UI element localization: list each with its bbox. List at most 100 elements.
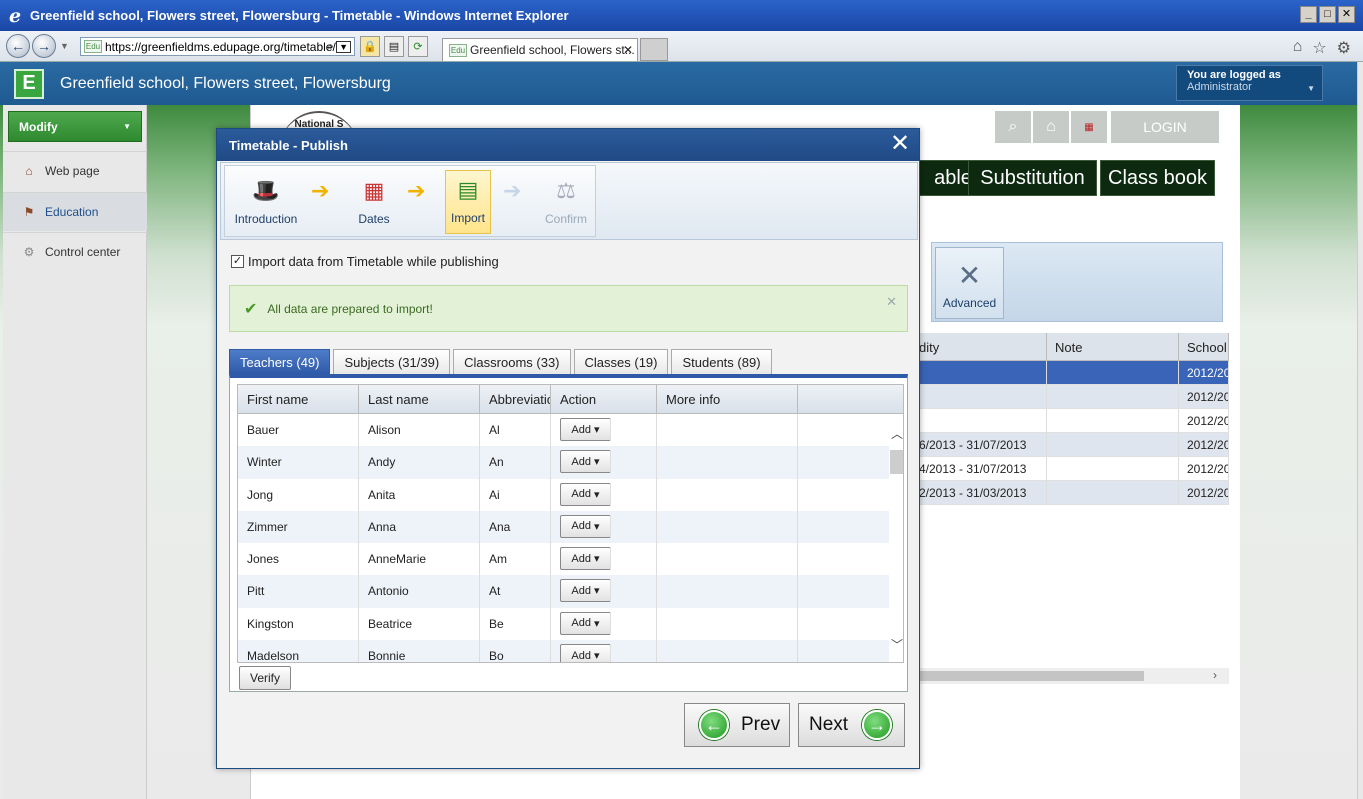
import-checkbox-row[interactable]: ✓ Import data from Timetable while publi…	[231, 254, 499, 269]
address-bar[interactable]: Edu https://greenfieldms.edupage.org/tim…	[80, 37, 355, 56]
prev-button[interactable]: ← Prev	[684, 703, 790, 747]
chevron-down-icon: ▼	[1307, 84, 1315, 93]
table-row: Jones AnneMarie Am Add ▾	[238, 543, 903, 576]
compatibility-icon[interactable]: ▤	[384, 36, 404, 57]
table-row: Pitt Antonio At Add ▾	[238, 575, 903, 608]
add-dropdown-button[interactable]: Add ▾	[560, 579, 611, 603]
chevron-down-icon[interactable]: ﹀	[891, 636, 903, 653]
arrow-right-icon: ➔	[503, 178, 522, 203]
horizontal-scrollbar[interactable]: ›	[911, 668, 1229, 684]
flag-icon: ⚑	[23, 205, 35, 219]
scrollbar-thumb[interactable]	[890, 450, 903, 474]
history-dropdown-icon[interactable]: ▼	[60, 41, 69, 51]
tab-title: Greenfield school, Flowers st...	[470, 43, 635, 57]
chevron-up-icon[interactable]: ︿	[891, 425, 903, 442]
step-dates[interactable]: ▦ Dates	[347, 170, 401, 234]
step-introduction[interactable]: 🎩 Introduction	[229, 170, 303, 234]
sidebar-item-education[interactable]: ⚑ Education	[3, 192, 147, 231]
close-window-button[interactable]: ✕	[1338, 6, 1355, 23]
col-first-name[interactable]: First name	[238, 385, 359, 413]
search-icon[interactable]: ⌕	[995, 111, 1031, 143]
tab-students[interactable]: Students (89)	[671, 349, 772, 374]
add-dropdown-button[interactable]: Add ▾	[560, 611, 611, 635]
tab-teachers[interactable]: Teachers (49)	[229, 349, 331, 374]
step-import[interactable]: ▤ Import	[445, 170, 491, 234]
nav-class-book[interactable]: Class book	[1100, 160, 1215, 196]
table-row[interactable]: 6/2013 - 31/07/2013 2012/20	[911, 433, 1229, 457]
close-icon[interactable]: ✕	[887, 132, 913, 158]
arrow-left-icon: ←	[699, 710, 729, 740]
login-button[interactable]: LOGIN	[1111, 111, 1219, 143]
col-school[interactable]: School	[1179, 333, 1229, 360]
step-label: Dates	[358, 212, 390, 226]
edupage-logo[interactable]: E	[14, 68, 44, 99]
ie-logo-icon: e	[8, 4, 22, 27]
nav-substitution[interactable]: Substitution	[968, 160, 1097, 196]
import-checkbox-label: Import data from Timetable while publish…	[248, 254, 499, 269]
table-row: Madelson Bonnie Bo Add ▾	[238, 640, 903, 662]
new-tab-button[interactable]	[640, 38, 668, 61]
verify-button[interactable]: Verify	[239, 666, 291, 690]
step-label: Import	[450, 211, 485, 225]
tab-classrooms[interactable]: Classrooms (33)	[453, 349, 571, 374]
add-dropdown-button[interactable]: Add ▾	[560, 450, 611, 474]
next-button[interactable]: Next →	[798, 703, 905, 747]
tools-icon: ✕	[957, 260, 982, 291]
tab-close-icon[interactable]: ✕	[623, 43, 633, 57]
col-abbreviation[interactable]: Abbreviation	[480, 385, 551, 413]
forward-button[interactable]: →	[32, 34, 56, 58]
close-icon[interactable]: ✕	[886, 294, 897, 310]
col-note[interactable]: Note	[1047, 333, 1179, 360]
sidebar-item-web-page[interactable]: ⌂ Web page	[3, 151, 147, 190]
scrollbar-thumb[interactable]	[911, 671, 1144, 681]
add-dropdown-button[interactable]: Add ▾	[560, 482, 611, 506]
sidebar-item-label: Control center	[45, 245, 121, 259]
address-dropdown-icon[interactable]: ▼	[336, 40, 351, 53]
tab-subjects[interactable]: Subjects (31/39)	[333, 349, 451, 374]
add-dropdown-button[interactable]: Add ▾	[560, 418, 611, 441]
modify-button[interactable]: Modify ▼	[8, 111, 142, 142]
back-button[interactable]: ←	[6, 34, 30, 58]
add-dropdown-button[interactable]: Add ▾	[560, 514, 611, 538]
sidebar-item-control-center[interactable]: ⚙ Control center	[3, 232, 147, 271]
publish-dialog: Timetable - Publish ✕ 🎩 Introduction ➔ ▦…	[216, 128, 920, 769]
url-text: https://greenfieldms.edupage.org/timetab…	[105, 39, 336, 54]
flag-uk-icon[interactable]: ▦	[1071, 111, 1107, 143]
sidebar-item-label: Web page	[45, 164, 100, 178]
success-alert: ✔ All data are prepared to import! ✕	[229, 285, 908, 332]
import-checkbox[interactable]: ✓	[231, 255, 244, 268]
table-row[interactable]: 2012/20	[911, 361, 1229, 385]
tab-classes[interactable]: Classes (19)	[573, 349, 669, 374]
logged-as-label: You are logged as	[1187, 69, 1281, 81]
advanced-button[interactable]: ✕ Advanced	[935, 247, 1004, 319]
lock-icon[interactable]: 🔒	[360, 36, 380, 57]
tools-gear-icon[interactable]: ⚙	[1337, 38, 1351, 58]
browser-tab[interactable]: Edu Greenfield school, Flowers st... ✕	[442, 38, 638, 61]
col-validity[interactable]: dity	[911, 333, 1047, 360]
table-row[interactable]: 2/2013 - 31/03/2013 2012/20	[911, 481, 1229, 505]
minimize-button[interactable]: _	[1300, 6, 1317, 23]
col-last-name[interactable]: Last name	[359, 385, 480, 413]
chevron-right-icon[interactable]: ›	[1213, 668, 1217, 682]
window-title: Greenfield school, Flowers street, Flowe…	[30, 8, 569, 23]
refresh-icon[interactable]: ⟳	[408, 36, 428, 57]
table-row: Winter Andy An Add ▾	[238, 446, 903, 479]
grid-scrollbar[interactable]: ︿ ﹀	[889, 415, 903, 662]
teachers-panel: First name Last name Abbreviation Action…	[229, 374, 908, 692]
table-row[interactable]: 2012/20	[911, 409, 1229, 433]
add-dropdown-button[interactable]: Add ▾	[560, 547, 611, 571]
user-menu[interactable]: You are logged as Administrator ▼	[1176, 65, 1323, 101]
table-row[interactable]: 4/2013 - 31/07/2013 2012/20	[911, 457, 1229, 481]
col-more-info[interactable]: More info	[657, 385, 798, 413]
home-icon[interactable]: ⌂	[1293, 38, 1303, 58]
home-icon[interactable]: ⌂	[1033, 111, 1069, 143]
favorites-star-icon[interactable]: ☆	[1312, 38, 1326, 58]
search-icon[interactable]: ⌕	[327, 39, 334, 54]
page-scrollbar[interactable]	[1357, 62, 1363, 799]
add-dropdown-button[interactable]: Add ▾	[560, 644, 611, 662]
col-action[interactable]: Action	[551, 385, 657, 413]
maximize-button[interactable]: □	[1319, 6, 1336, 23]
timetable-list: dity Note School 2012/20 2012/20 2012/20…	[911, 333, 1229, 505]
site-title: Greenfield school, Flowers street, Flowe…	[60, 74, 391, 92]
table-row[interactable]: 2012/20	[911, 385, 1229, 409]
